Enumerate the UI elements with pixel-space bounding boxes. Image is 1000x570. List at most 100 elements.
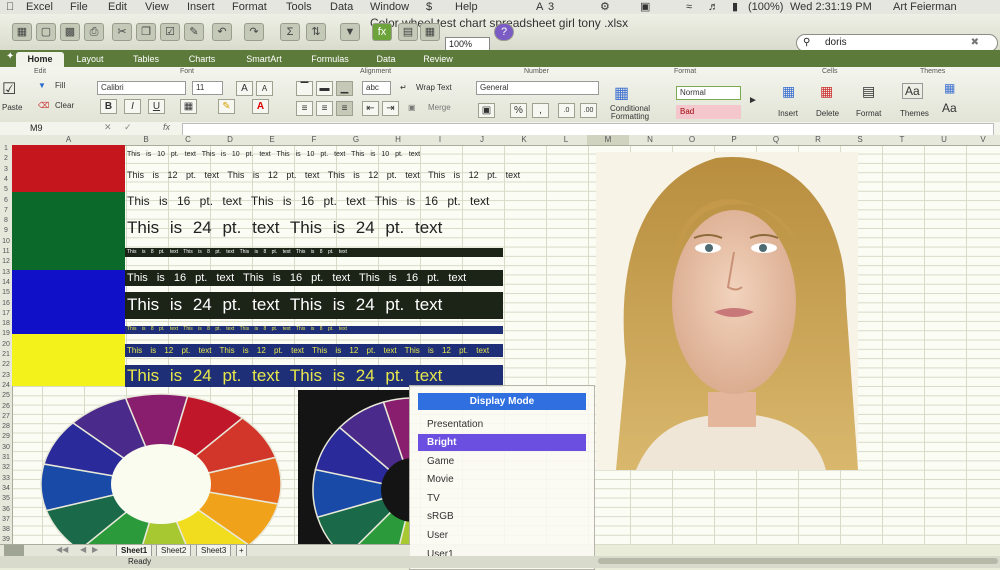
menu-tools[interactable]: Tools — [286, 0, 312, 14]
row-header[interactable]: 35 — [0, 495, 12, 502]
volume-icon[interactable]: ♬ — [708, 0, 719, 14]
menu-view[interactable]: View — [145, 0, 169, 14]
row-header[interactable]: 8 — [0, 217, 12, 224]
script-icon[interactable]: $ — [426, 0, 432, 14]
row-header[interactable]: 27 — [0, 413, 12, 420]
filter-icon[interactable]: ▼ — [340, 23, 360, 41]
row-header[interactable]: 18 — [0, 320, 12, 327]
insert-button[interactable]: Insert — [778, 109, 798, 118]
copy-icon[interactable]: ❐ — [136, 23, 156, 41]
styles-more-icon[interactable]: ► — [748, 95, 758, 106]
save-icon[interactable]: ▩ — [60, 23, 80, 41]
insert-function-button[interactable]: fx — [163, 122, 170, 132]
clear-search-icon[interactable]: ✖ — [971, 35, 979, 51]
merge-button[interactable]: Merge — [428, 103, 451, 112]
row-header[interactable]: 5 — [0, 186, 12, 193]
menu-window[interactable]: Window — [370, 0, 409, 14]
row-header[interactable]: 9 — [0, 227, 12, 234]
user-name[interactable]: Art Feierman — [893, 0, 957, 14]
row-header[interactable]: 30 — [0, 444, 12, 451]
col-header[interactable]: F — [293, 135, 335, 145]
menu-option-bright[interactable]: Bright — [418, 434, 586, 451]
next-sheet-icon[interactable]: ▶ — [92, 545, 98, 554]
insert-cells-icon[interactable]: ▦ — [782, 83, 795, 100]
autosum-icon[interactable]: Σ — [280, 23, 300, 41]
row-header[interactable]: 34 — [0, 485, 12, 492]
gallery-icon[interactable]: ▤ — [398, 23, 418, 41]
row-header[interactable]: 6 — [0, 197, 12, 204]
row-header[interactable]: 1 — [0, 145, 12, 152]
tab-data[interactable]: Data — [366, 52, 406, 67]
wrap-text-button[interactable]: Wrap Text — [416, 83, 452, 92]
row-header[interactable]: 31 — [0, 454, 12, 461]
row-header[interactable]: 15 — [0, 289, 12, 296]
row-header[interactable]: 12 — [0, 258, 12, 265]
paste-clipboard-icon[interactable]: ☑ — [2, 79, 16, 99]
conditional-formatting-icon[interactable]: ▦ — [614, 83, 629, 103]
row-header[interactable]: 28 — [0, 423, 12, 430]
menu-option-presentation[interactable]: Presentation — [427, 416, 483, 433]
align-bottom-icon[interactable]: ▁ — [336, 81, 353, 96]
row-header[interactable]: 7 — [0, 207, 12, 214]
help-icon[interactable]: ? — [494, 23, 514, 41]
menu-data[interactable]: Data — [330, 0, 353, 14]
font-color-icon[interactable]: A — [252, 99, 269, 114]
col-header[interactable]: S — [839, 135, 881, 145]
cancel-formula-icon[interactable]: ✕ — [104, 122, 112, 133]
increase-decimal-icon[interactable]: .0 — [558, 103, 575, 118]
col-header[interactable]: I — [419, 135, 461, 145]
format-painter-icon[interactable]: ✎ — [184, 23, 204, 41]
highlight-icon[interactable]: ✎ — [218, 99, 235, 114]
first-sheet-icon[interactable]: ◀◀ — [56, 545, 68, 554]
col-header[interactable]: P — [713, 135, 755, 145]
new-workbook-icon[interactable]: ▦ — [12, 23, 32, 41]
wifi-icon[interactable]: ≈ — [686, 0, 692, 14]
undo-icon[interactable]: ↶ — [212, 23, 232, 41]
borders-icon[interactable]: ▦ — [180, 99, 197, 114]
name-box[interactable]: M9 — [30, 123, 43, 133]
col-header[interactable]: G — [335, 135, 377, 145]
row-header[interactable]: 38 — [0, 526, 12, 533]
col-header[interactable]: V — [962, 135, 1000, 145]
row-header[interactable]: 19 — [0, 330, 12, 337]
col-header[interactable]: C — [167, 135, 209, 145]
themes-button[interactable]: Themes — [900, 109, 929, 118]
row-header[interactable]: 23 — [0, 372, 12, 379]
wrap-text-icon[interactable]: ↵ — [400, 83, 407, 92]
align-left-icon[interactable]: ≡ — [296, 101, 313, 116]
col-header[interactable]: L — [545, 135, 587, 145]
theme-colors-icon[interactable]: ▦ — [944, 81, 955, 95]
menu-help[interactable]: Help — [455, 0, 478, 14]
col-header[interactable]: K — [503, 135, 545, 145]
row-header[interactable]: 25 — [0, 392, 12, 399]
cut-icon[interactable]: ✂ — [112, 23, 132, 41]
format-button[interactable]: Format — [856, 109, 881, 118]
comma-icon[interactable]: , — [532, 103, 549, 118]
delete-cells-icon[interactable]: ▦ — [820, 83, 833, 100]
col-header[interactable]: B — [125, 135, 167, 145]
underline-button[interactable]: U — [148, 99, 165, 114]
orientation-button[interactable]: abc — [362, 81, 391, 95]
clear-icon[interactable]: ⌫ — [38, 101, 49, 110]
function-icon[interactable]: fx — [372, 23, 392, 41]
paste-icon[interactable]: ☑ — [160, 23, 180, 41]
menu-option-user[interactable]: User — [427, 527, 448, 544]
row-header[interactable]: 33 — [0, 475, 12, 482]
fill-icon[interactable]: ▼ — [38, 81, 46, 90]
font-name-select[interactable]: Calibri — [97, 81, 186, 95]
row-header[interactable]: 24 — [0, 382, 12, 389]
col-header[interactable]: Q — [755, 135, 797, 145]
lock-icon[interactable]: ⚙ — [600, 0, 610, 14]
display-mode-menu[interactable]: Display Mode Presentation Bright Game Mo… — [409, 385, 595, 570]
row-header[interactable]: 2 — [0, 155, 12, 162]
style-bad[interactable]: Bad — [676, 105, 741, 119]
accounting-icon[interactable]: ▣ — [478, 103, 495, 118]
fill-button[interactable]: Fill — [55, 81, 65, 90]
number-format-select[interactable]: General — [476, 81, 599, 95]
row-header[interactable]: 3 — [0, 166, 12, 173]
row-header[interactable]: 37 — [0, 516, 12, 523]
style-normal[interactable]: Normal — [676, 86, 741, 100]
redo-icon[interactable]: ↷ — [244, 23, 264, 41]
merge-icon[interactable]: ▣ — [408, 103, 416, 112]
col-header[interactable]: J — [461, 135, 503, 145]
